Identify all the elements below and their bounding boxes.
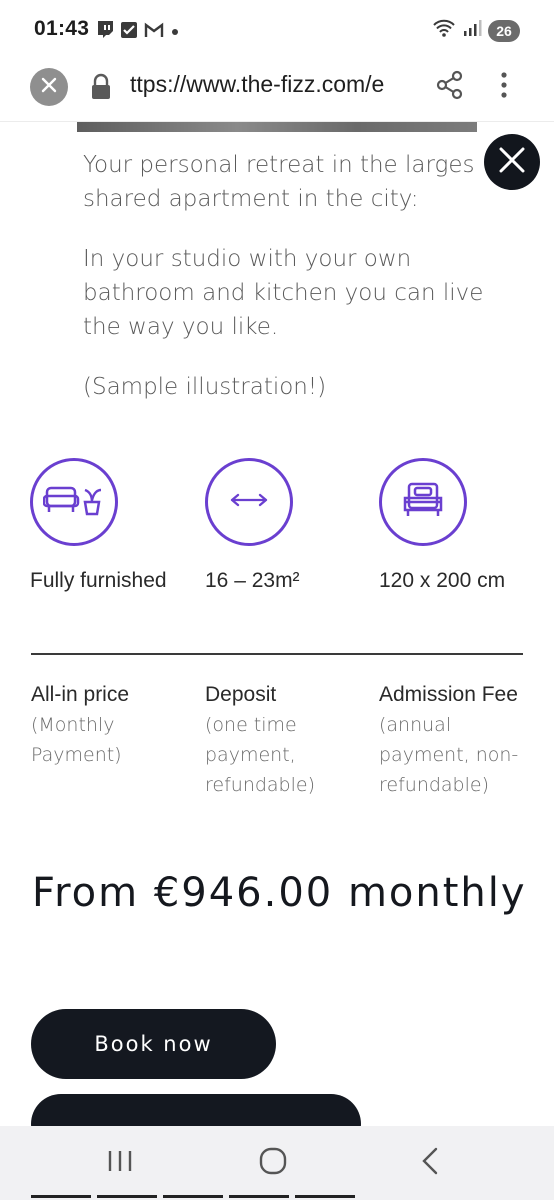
price-col-title: Deposit [205,683,277,706]
intro-paragraph-2: In your studio with your own bathroom an… [83,246,484,340]
feature-icon-circle [205,458,293,546]
feature-size: 16 – 23m² [205,458,365,596]
feature-bed-size: 120 x 200 cm [379,458,539,596]
gesture-hint-lines [31,1195,361,1198]
dot-icon [170,24,180,42]
width-arrow-icon [229,493,269,512]
feature-furnished: Fully furnished [30,458,190,596]
intro-line-2: shared apartment in the city: [83,186,419,212]
signal-icon [462,19,482,42]
price-col-note: (annual payment, non-refundable) [379,714,519,796]
price-col-admission: Admission Fee (annual payment, non-refun… [379,680,529,800]
sofa-plant-icon [42,482,105,523]
url-field[interactable]: ttps://www.the-fizz.com/e [130,71,412,98]
home-icon[interactable] [258,1146,288,1181]
price-headline: From €946.00 monthly [32,870,527,916]
feature-icon-circle [30,458,118,546]
recent-apps-icon[interactable] [106,1146,134,1181]
close-icon [497,145,527,180]
gmail-icon [144,22,164,43]
price-col-title: All-in price [31,683,130,706]
intro-paragraph-3: (Sample illustration!) [83,374,327,400]
close-icon [40,76,58,99]
share-icon[interactable] [436,70,464,105]
price-col-title: Admission Fee [379,683,518,706]
intro-paragraph-1: Your personal retreat in the larges shar… [83,148,493,216]
close-overlay-button[interactable] [484,134,540,190]
lock-icon[interactable] [89,72,113,107]
apartment-image [77,122,477,132]
price-col-note: (Monthly Payment) [31,714,122,766]
price-col-deposit: Deposit (one time payment, refundable) [205,680,365,800]
feature-label: 120 x 200 cm [379,569,506,592]
checkbox-icon [120,21,138,44]
twitch-icon [96,20,114,45]
status-bar: 01:43 26 [0,0,554,60]
feature-icon-circle [379,458,467,546]
more-vert-icon[interactable] [494,70,514,105]
status-time: 01:43 [34,17,90,40]
feature-label: Fully furnished [30,569,167,592]
system-nav-bar [0,1126,554,1200]
wifi-icon [432,18,456,43]
battery-indicator: 26 [488,19,520,42]
intro-line-1: Your personal retreat in the larges [83,152,475,178]
section-divider [31,653,523,655]
notification-icons [96,20,180,45]
bed-icon [403,482,443,523]
close-tab-button[interactable] [30,68,68,106]
back-icon[interactable] [418,1146,442,1181]
feature-label: 16 – 23m² [205,569,300,592]
system-icons: 26 [432,18,520,43]
price-col-note: (one time payment, refundable) [205,714,316,796]
browser-toolbar: ttps://www.the-fizz.com/e [0,60,554,122]
book-now-button[interactable]: Book now [31,1009,276,1079]
price-col-all-in: All-in price (Monthly Payment) [31,680,191,770]
